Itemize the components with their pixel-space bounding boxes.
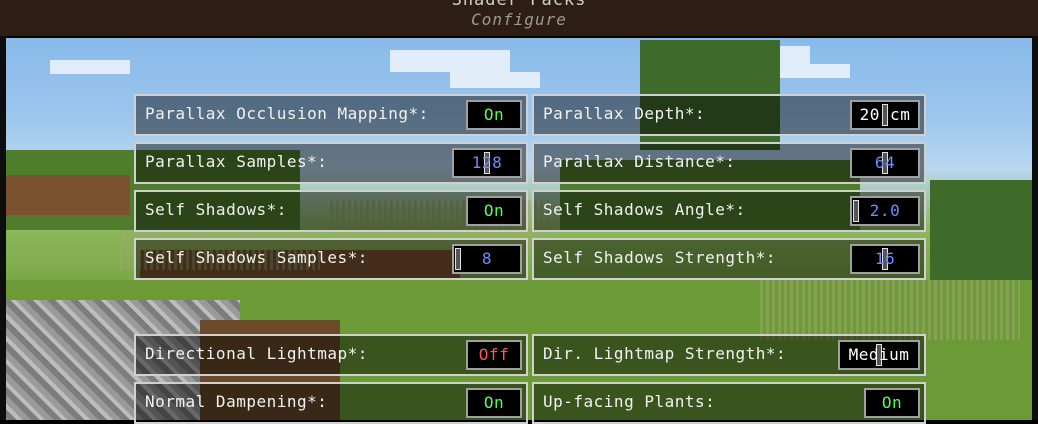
cloud — [450, 72, 540, 88]
toggle-value: On — [466, 388, 522, 418]
option-value: Off — [478, 345, 510, 364]
slider-track[interactable]: 64 — [850, 148, 920, 178]
cloud — [780, 64, 850, 78]
option-self-shadows-samples[interactable]: Self Shadows Samples*: 8 — [134, 238, 528, 280]
dirt-block — [0, 175, 130, 215]
toggle-value: Off — [466, 340, 522, 370]
tall-grass — [760, 280, 1020, 340]
option-value: On — [881, 393, 903, 412]
option-dir-lightmap-strength[interactable]: Dir. Lightmap Strength*: Medium — [532, 334, 926, 376]
slider-track[interactable]: 16 — [850, 244, 920, 274]
option-label: Up-facing Plants: — [543, 392, 716, 411]
option-value: 64 — [874, 153, 896, 172]
slider-knob[interactable] — [853, 200, 859, 222]
option-label: Self Shadows Samples*: — [145, 248, 368, 267]
option-directional-lightmap[interactable]: Directional Lightmap*: Off — [134, 334, 528, 376]
option-self-shadows-angle[interactable]: Self Shadows Angle*: 2.0 — [532, 190, 926, 232]
toggle-value: On — [466, 100, 522, 130]
option-label: Self Shadows Strength*: — [543, 248, 777, 267]
option-value: Medium — [848, 345, 910, 364]
option-value: 20 cm — [859, 105, 911, 124]
option-label: Self Shadows Angle*: — [543, 200, 746, 219]
option-value: On — [483, 393, 505, 412]
screen-title: Shader Packs — [451, 0, 587, 10]
slider-track[interactable]: 8 — [452, 244, 522, 274]
slider-track[interactable]: 128 — [452, 148, 522, 178]
option-label: Parallax Occlusion Mapping*: — [145, 104, 429, 123]
option-parallax-occlusion-mapping[interactable]: Parallax Occlusion Mapping*: On — [134, 94, 528, 136]
option-label: Parallax Depth*: — [543, 104, 706, 123]
option-value: On — [483, 201, 505, 220]
option-up-facing-plants[interactable]: Up-facing Plants: On — [532, 382, 926, 424]
frame-edge-left — [0, 36, 6, 420]
option-normal-dampening[interactable]: Normal Dampening*: On — [134, 382, 528, 424]
slider-track[interactable]: Medium — [838, 340, 920, 370]
option-label: Parallax Samples*: — [145, 152, 328, 171]
option-parallax-distance[interactable]: Parallax Distance*: 64 — [532, 142, 926, 184]
toggle-value: On — [466, 196, 522, 226]
cloud — [50, 60, 130, 74]
cloud — [390, 50, 510, 72]
frame-edge-right — [1032, 36, 1038, 420]
slider-track[interactable]: 20 cm — [850, 100, 920, 130]
slider-knob[interactable] — [455, 248, 461, 270]
option-value: On — [483, 105, 505, 124]
option-label: Parallax Distance*: — [543, 152, 736, 171]
option-value: 128 — [471, 153, 503, 172]
option-self-shadows-strength[interactable]: Self Shadows Strength*: 16 — [532, 238, 926, 280]
option-label: Directional Lightmap*: — [145, 344, 368, 363]
option-label: Normal Dampening*: — [145, 392, 328, 411]
option-parallax-depth[interactable]: Parallax Depth*: 20 cm — [532, 94, 926, 136]
option-value: 16 — [874, 249, 896, 268]
option-self-shadows[interactable]: Self Shadows*: On — [134, 190, 528, 232]
toggle-value: On — [864, 388, 920, 418]
screen-subtitle: Configure — [471, 10, 567, 29]
option-parallax-samples[interactable]: Parallax Samples*: 128 — [134, 142, 528, 184]
header-divider — [6, 36, 1032, 38]
option-value: 2.0 — [869, 201, 901, 220]
option-label: Self Shadows*: — [145, 200, 287, 219]
option-label: Dir. Lightmap Strength*: — [543, 344, 787, 363]
slider-track[interactable]: 2.0 — [850, 196, 920, 226]
option-value: 8 — [481, 249, 493, 268]
